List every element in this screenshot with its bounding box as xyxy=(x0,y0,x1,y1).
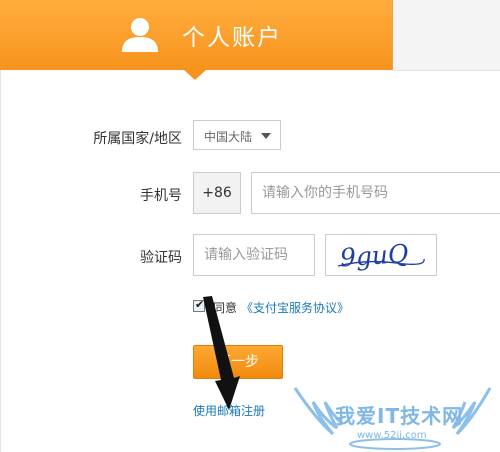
chevron-down-icon xyxy=(261,133,271,139)
country-select[interactable]: 中国大陆 xyxy=(193,120,281,150)
agree-text: 同意 xyxy=(213,301,238,315)
user-icon xyxy=(122,18,158,52)
tab-bar: 个人账户 xyxy=(0,0,500,80)
captcha-label: 验证码 xyxy=(140,250,182,266)
country-select-value: 中国大陆 xyxy=(204,130,253,144)
email-register-link[interactable]: 使用邮箱注册 xyxy=(193,402,265,419)
next-button[interactable]: 下一步 xyxy=(193,345,283,379)
tab-title: 个人账户 xyxy=(182,25,282,51)
phone-label: 手机号 xyxy=(140,188,182,204)
service-agreement-link[interactable]: 《支付宝服务协议》 xyxy=(241,299,349,316)
captcha-image[interactable]: 9guQ xyxy=(325,234,437,276)
captcha-graphic: 9guQ xyxy=(337,239,425,273)
phone-prefix: +86 xyxy=(193,172,241,214)
checkmark-icon: ✔ xyxy=(195,298,205,311)
country-label: 所属国家/地区 xyxy=(93,131,182,147)
phone-input[interactable]: 请输入你的手机号码 xyxy=(251,172,500,214)
tab-other[interactable] xyxy=(393,0,500,71)
tab-personal-account[interactable]: 个人账户 xyxy=(0,0,393,70)
captcha-input[interactable]: 请输入验证码 xyxy=(193,234,315,276)
tab-indicator-arrow xyxy=(184,70,206,80)
agree-checkbox[interactable]: ✔ xyxy=(193,298,205,312)
captcha-text: 9guQ xyxy=(339,239,409,273)
